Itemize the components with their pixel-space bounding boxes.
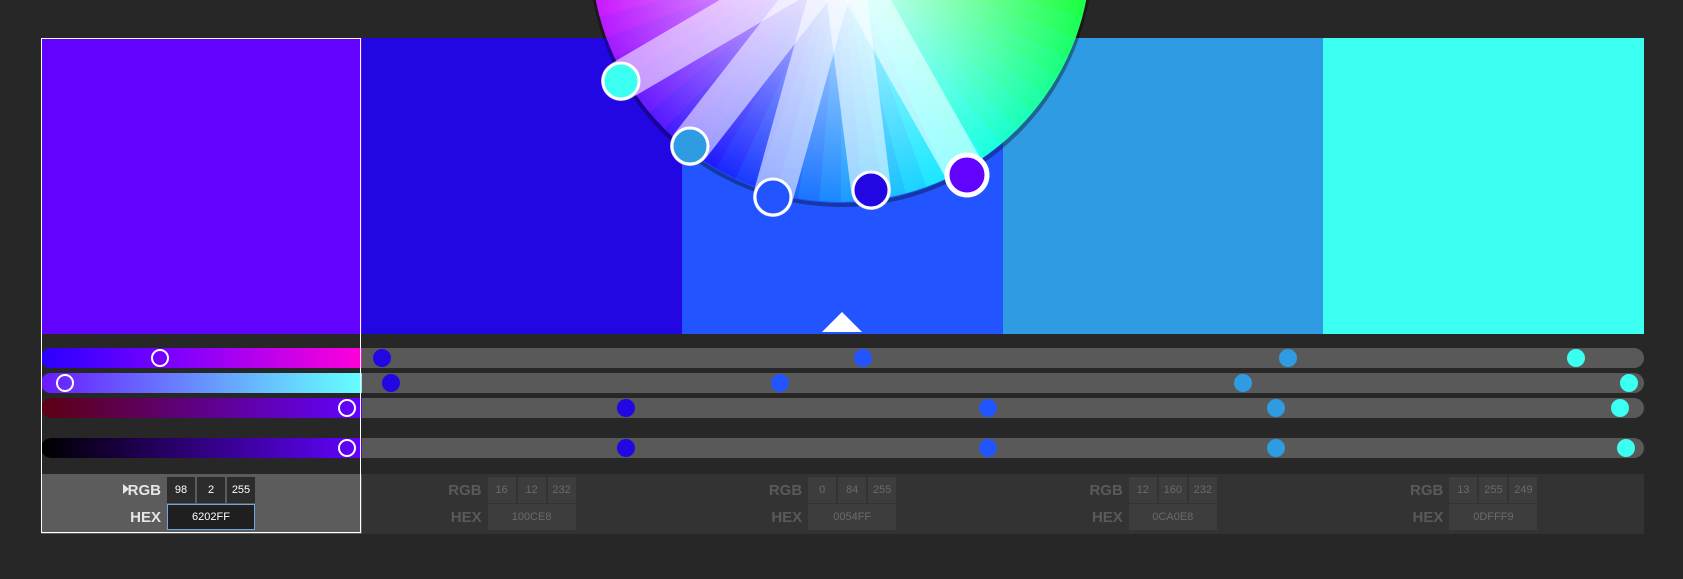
hex-row: HEX 0CA0E8 [1083, 504, 1219, 530]
blue-value-field[interactable]: 249 [1509, 477, 1538, 503]
swatch-values-panel-3: RGB 0 84 255 HEX 0054FF [682, 474, 1004, 534]
value-slider-knob-1[interactable] [337, 439, 356, 457]
hex-row: HEX 0DFFF9 [1403, 504, 1539, 530]
hex-row: HEX 6202FF [121, 504, 257, 530]
blue-value-field[interactable]: 232 [547, 477, 576, 503]
swatch-values-panel-5: RGB 13 255 249 HEX 0DFFF9 [1323, 474, 1645, 534]
color-swatch-3[interactable] [682, 38, 1004, 334]
wheel-hue-segment [841, 0, 1088, 18]
green-value-field[interactable]: 12 [517, 477, 546, 503]
red-value-field[interactable]: 12 [1128, 477, 1157, 503]
hue-slider-knob-1[interactable] [150, 349, 169, 367]
blue-value-field[interactable]: 255 [227, 477, 255, 503]
value-slider-knob-5[interactable] [1617, 439, 1636, 457]
swatch-values-panel-4: RGB 12 160 232 HEX 0CA0E8 [1002, 474, 1324, 534]
hex-label: HEX [1412, 508, 1444, 526]
value-slider-knob-4[interactable] [1266, 439, 1285, 457]
green-value-field[interactable]: 2 [197, 477, 225, 503]
rgb-label: RGB [448, 481, 482, 499]
swatch-values-panel-2: RGB 16 12 232 HEX 100CE8 [361, 474, 683, 534]
color-swatch-2[interactable] [361, 38, 683, 334]
hex-row: HEX 0054FF [762, 504, 898, 530]
color-swatch-5[interactable] [1323, 38, 1645, 334]
hex-value-field[interactable]: 100CE8 [487, 504, 576, 530]
hex-label: HEX [771, 508, 803, 526]
rgb-label: RGB [1410, 481, 1444, 499]
rgb-row: RGB 98 2 255 [121, 477, 257, 503]
hex-label: HEX [130, 508, 161, 526]
saturation-slider-knob-5[interactable] [1620, 374, 1639, 392]
hue-slider-knob-4[interactable] [1278, 349, 1297, 367]
rgb-label: RGB [1089, 481, 1123, 499]
brightness-slider-knob-5[interactable] [1611, 399, 1630, 417]
red-value-field[interactable]: 13 [1449, 477, 1478, 503]
hex-row: HEX 100CE8 [442, 504, 578, 530]
swatch-values-panel-1: RGB 98 2 255 HEX 6202FF [41, 474, 363, 534]
blue-value-field[interactable]: 255 [868, 477, 897, 503]
hex-value-field[interactable]: 0DFFF9 [1449, 504, 1538, 530]
rgb-label: RGB [127, 481, 161, 499]
brightness-slider-knob-4[interactable] [1266, 399, 1285, 417]
green-value-field[interactable]: 84 [838, 477, 867, 503]
hex-value-field[interactable]: 0CA0E8 [1128, 504, 1217, 530]
red-value-field[interactable]: 16 [487, 477, 516, 503]
hex-value-field[interactable]: 6202FF [167, 504, 255, 530]
wheel-hue-segment [594, 0, 841, 17]
brightness-slider-gradient [41, 398, 362, 418]
saturation-slider-gradient [41, 373, 362, 393]
red-value-field[interactable]: 98 [167, 477, 195, 503]
red-value-field[interactable]: 0 [808, 477, 837, 503]
wheel-hue-segment [841, 0, 1083, 39]
hex-label: HEX [450, 508, 482, 526]
wheel-hue-segment [599, 0, 841, 38]
brightness-slider-knob-2[interactable] [616, 399, 635, 417]
value-slider-gradient [41, 438, 362, 458]
color-swatch-1[interactable] [41, 38, 363, 334]
rgb-row: RGB 0 84 255 [762, 477, 898, 503]
blue-value-field[interactable]: 232 [1188, 477, 1217, 503]
color-swatch-4[interactable] [1002, 38, 1324, 334]
hue-slider-knob-5[interactable] [1566, 349, 1585, 367]
hex-label: HEX [1091, 508, 1123, 526]
hue-slider-gradient [41, 348, 362, 368]
rgb-label: RGB [768, 481, 803, 499]
saturation-slider-knob-1[interactable] [55, 374, 74, 392]
rgb-row: RGB 16 12 232 [442, 477, 578, 503]
rgb-row: RGB 13 255 249 [1403, 477, 1539, 503]
green-value-field[interactable]: 160 [1158, 477, 1187, 503]
active-harmony-marker-icon [822, 312, 862, 332]
value-slider-knob-3[interactable] [978, 439, 997, 457]
brightness-slider-knob-1[interactable] [337, 399, 356, 417]
rgb-row: RGB 12 160 232 [1083, 477, 1219, 503]
brightness-slider-knob-3[interactable] [978, 399, 997, 417]
hex-value-field[interactable]: 0054FF [808, 504, 897, 530]
green-value-field[interactable]: 255 [1479, 477, 1508, 503]
value-slider-knob-2[interactable] [616, 439, 635, 457]
